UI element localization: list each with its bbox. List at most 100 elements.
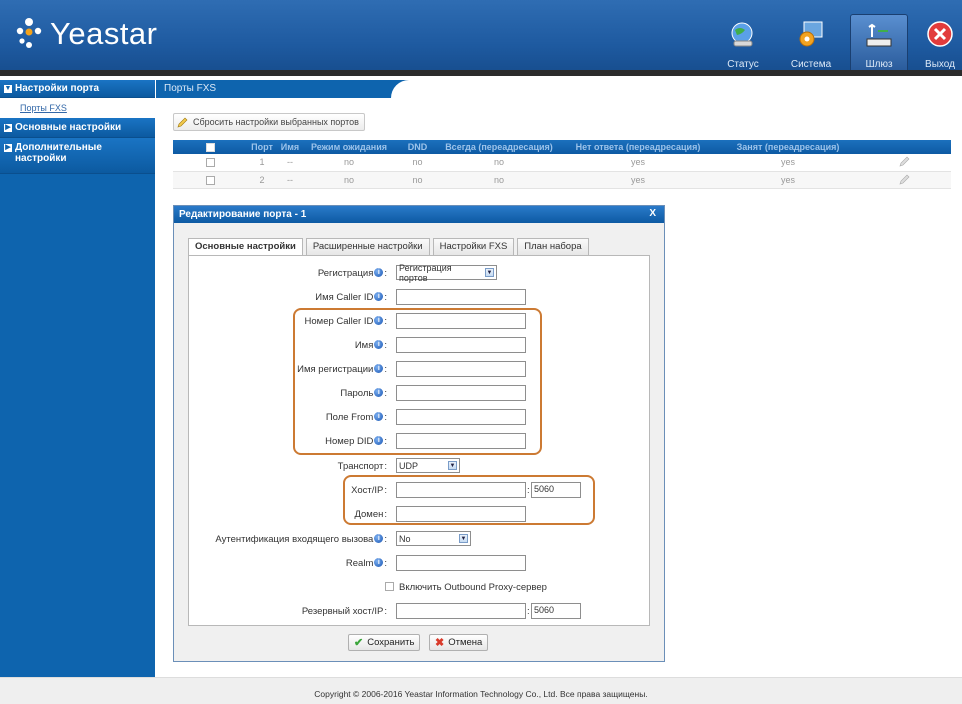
cell-busy-forward: yes [718,154,858,172]
caller-id-name-input[interactable] [396,289,526,305]
table-header-row: Порт Имя Режим ожидания DND Всегда (пере… [173,140,951,154]
cell-idle-mode: no [303,171,395,189]
nav-system[interactable]: Система [782,14,840,70]
col-port: Порт [247,140,277,154]
col-idle-mode: Режим ожидания [303,140,395,154]
outbound-proxy-label: Включить Outbound Proxy-сервер [399,582,547,593]
cell-edit [858,171,951,189]
nav-logout[interactable]: Выход [918,14,962,70]
expand-icon: ▶ [4,124,12,132]
cell-dnd: no [395,154,440,172]
sidebar-item-extra-settings[interactable]: ▶ Дополнительные настройки [0,138,155,174]
tab-advanced-settings[interactable]: Расширенные настройки [305,238,430,255]
sidebar-link-fxs-ports[interactable]: Порты FXS [20,103,67,113]
system-gear-icon [799,21,823,47]
nav-status[interactable]: Статус [714,14,772,70]
sidebar-item-basic-settings[interactable]: ▶ Основные настройки [0,118,155,138]
cell-no-answer-forward: yes [558,154,718,172]
tab-dial-plan[interactable]: План набора [517,238,589,255]
basic-settings-panel: Регистрация i: Регистрация портов ▼ Имя C… [188,255,650,626]
edit-icon[interactable] [899,155,911,167]
registration-select[interactable]: Регистрация портов ▼ [396,263,497,283]
col-no-answer-forward: Нет ответа (переадресация) [558,140,718,154]
header-select-all[interactable] [173,140,247,154]
dialog-title-bar[interactable]: Редактирование порта - 1 X [174,206,664,223]
backup-port-input[interactable]: 5060 [531,603,581,619]
sidebar-item-label: Дополнительные настройки [15,142,102,164]
col-always-forward: Всегда (переадресация) [440,140,558,154]
outbound-proxy-checkbox[interactable] [385,582,394,591]
sidebar-subitem-fxs: Порты FXS [0,98,155,118]
nav-status-label: Статус [727,59,759,70]
dialog-close-button[interactable]: X [649,208,656,219]
cell-busy-forward: yes [718,171,858,189]
highlight-box-host-domain [343,475,595,525]
row-checkbox[interactable] [206,158,215,168]
backup-host-label: Резервный хост/IP: [301,606,387,617]
row-checkbox[interactable] [206,175,215,185]
caller-id-name-row: Имя Caller ID i: [189,289,651,307]
transport-select[interactable]: UDP ▼ [396,458,460,473]
cancel-x-icon: ✖ [435,637,445,649]
edit-icon[interactable] [899,173,911,185]
realm-row: Realm i: [189,555,651,573]
sidebar-item-label: Настройки порта [15,83,100,94]
nav-logout-label: Выход [925,59,955,70]
tab-fxs-settings[interactable]: Настройки FXS [432,238,515,255]
registration-row: Регистрация i: Регистрация портов ▼ [189,263,651,283]
chevron-down-icon: ▼ [459,534,468,543]
copyright-text: Copyright © 2006-2016 Yeastar Informatio… [314,689,648,699]
info-icon[interactable]: i [374,534,384,543]
edit-port-dialog: Редактирование порта - 1 X Основные наст… [173,205,665,662]
col-edit [858,140,951,154]
reset-ports-button[interactable]: Сбросить настройки выбранных портов [173,113,365,131]
row-checkbox-cell[interactable] [173,171,247,189]
tab-basic-settings[interactable]: Основные настройки [188,238,303,256]
cell-edit [858,154,951,172]
info-icon[interactable]: i [374,268,384,277]
realm-input[interactable] [396,555,526,571]
main-tabbar: Порты FXS [156,80,962,98]
col-name: Имя [277,140,303,154]
ports-table: Порт Имя Режим ожидания DND Всегда (пере… [173,140,951,189]
yeastar-logo-icon [16,18,42,48]
cell-always-forward: no [440,154,558,172]
logo: Yeastar [14,14,158,54]
tabbar-filler [391,80,962,98]
outbound-proxy-row: Включить Outbound Proxy-сервер [189,579,651,597]
cell-dnd: no [395,171,440,189]
cancel-button[interactable]: ✖ Отмена [429,634,489,651]
chevron-down-icon: ▼ [448,461,457,470]
transport-label: Транспорт: [337,461,387,472]
dialog-title: Редактирование порта - 1 [179,209,307,220]
info-icon[interactable]: i [374,558,384,567]
expand-icon: ▶ [4,144,12,152]
auth-select[interactable]: No ▼ [396,531,471,546]
col-busy-forward: Занят (переадресация) [718,140,858,154]
table-row[interactable]: 1 -- no no no yes yes [173,154,951,172]
cell-name: -- [277,154,303,172]
sidebar-item-port-settings[interactable]: ▼ Настройки порта [0,80,155,98]
cell-idle-mode: no [303,154,395,172]
col-dnd: DND [395,140,440,154]
info-icon[interactable]: i [374,292,384,301]
save-button[interactable]: ✔ Сохранить [348,634,421,651]
auth-row: Аутентификация входящего вызова i: No ▼ [189,531,651,549]
dialog-tabs: Основные настройки Расширенные настройки… [188,238,592,256]
registration-label: Регистрация i: [317,268,387,279]
nav-gateway[interactable]: Шлюз [850,14,908,70]
transport-row: Транспорт: UDP ▼ [189,458,651,476]
row-checkbox-cell[interactable] [173,154,247,172]
header: Yeastar Статус Система Шлюз Выход [0,0,962,76]
tab-fxs-ports[interactable]: Порты FXS [156,80,391,98]
cell-port: 2 [247,171,277,189]
backup-host-input[interactable] [396,603,526,619]
logo-text: Yeastar [50,16,158,51]
chevron-down-icon: ▼ [485,268,494,277]
header-divider [0,70,962,76]
backup-port-colon: : [527,606,530,617]
auth-label: Аутентификация входящего вызова i: [215,534,387,545]
select-all-checkbox[interactable] [205,143,215,153]
backup-host-row: Резервный хост/IP: : 5060 [189,603,651,621]
table-row[interactable]: 2 -- no no no yes yes [173,171,951,189]
